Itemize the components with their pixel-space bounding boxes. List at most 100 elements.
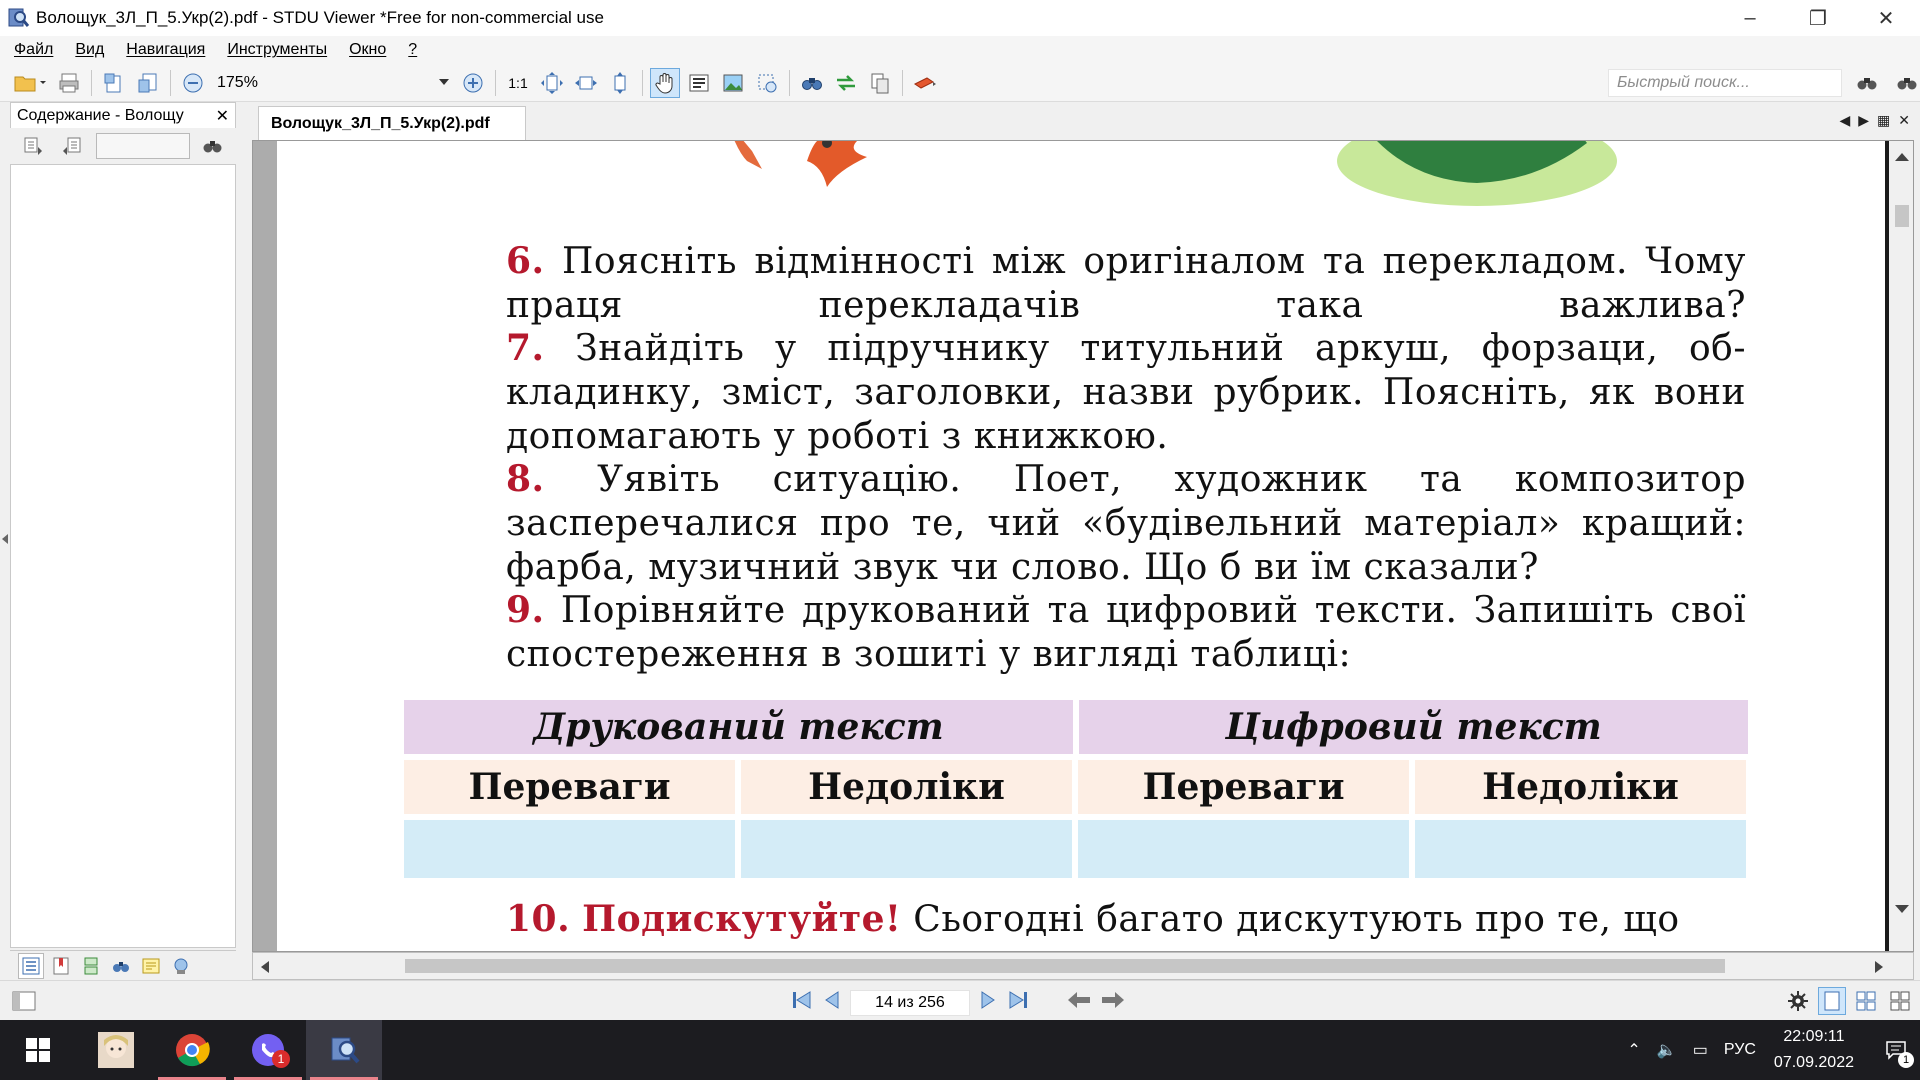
first-page-icon[interactable]	[790, 989, 814, 1016]
horizontal-scroll-thumb[interactable]	[405, 959, 1725, 973]
close-panel-icon[interactable]: ✕	[216, 106, 229, 126]
quick-search-input[interactable]: Быстрый поиск...	[1608, 69, 1842, 97]
contents-panel-tab[interactable]: Содержание - Волощу ✕	[10, 102, 236, 128]
task-10: 10. Подискутуйте! Сьогодні багато дискут…	[506, 898, 1680, 940]
zoom-in-icon[interactable]	[458, 68, 488, 98]
page-number-input[interactable]: 14 из 256	[850, 989, 970, 1016]
minimize-button[interactable]: –	[1716, 0, 1784, 36]
find-next-icon[interactable]	[1892, 68, 1920, 98]
menu-navigation[interactable]: Навигация	[118, 41, 219, 59]
collapse-all-icon[interactable]	[58, 131, 88, 161]
zoom-out-icon[interactable]	[178, 68, 208, 98]
find-icon[interactable]	[797, 68, 827, 98]
contents-find-icon[interactable]	[198, 131, 228, 161]
history-back-icon[interactable]	[1066, 990, 1092, 1015]
stdu-viewer-taskbar-icon[interactable]	[306, 1020, 382, 1080]
tab-navigation: ◀ ▶ ▦ ✕	[1839, 112, 1910, 129]
last-page-icon[interactable]	[1006, 989, 1030, 1016]
export-text-icon[interactable]	[133, 68, 163, 98]
open-folder-icon[interactable]	[10, 68, 50, 98]
previous-page-icon[interactable]	[822, 989, 842, 1016]
export-page-icon[interactable]	[99, 68, 129, 98]
task-8: 8. Уявіть ситуацію. Поет, художник та ко…	[506, 458, 1746, 589]
task-text: Сьогодні багато дискутують про те, що	[913, 899, 1680, 940]
tab-next-icon[interactable]: ▶	[1858, 112, 1869, 129]
contents-search-input[interactable]	[96, 133, 190, 159]
task-text: Знайдіть у підручнику титульний аркуш, ф…	[506, 328, 1746, 457]
continuous-layout-icon[interactable]	[1886, 987, 1914, 1015]
contents-tree[interactable]	[10, 164, 236, 948]
annotations-tab-icon[interactable]	[138, 953, 164, 979]
toggle-panel-icon[interactable]	[12, 991, 36, 1016]
scroll-up-icon[interactable]	[1895, 153, 1909, 161]
single-page-layout-icon[interactable]	[1818, 987, 1846, 1015]
snapshot-icon[interactable]	[752, 68, 782, 98]
notifications-icon[interactable]: 1	[1872, 1020, 1920, 1080]
task-number: 8.	[506, 458, 545, 500]
battery-network-icon[interactable]: ▭	[1693, 1040, 1708, 1060]
hand-tool-icon[interactable]	[650, 67, 680, 98]
fit-height-icon[interactable]	[605, 68, 635, 98]
system-tray: ⌃ 🔈 ▭ РУС 22:09:11 07.09.2022 1	[1619, 1020, 1920, 1080]
task-text: Поясніть відмінності між оригіналом та п…	[506, 241, 1746, 326]
task-text: Порівняйте друкований та цифровий тексти…	[506, 590, 1746, 675]
next-page-icon[interactable]	[978, 989, 998, 1016]
scroll-left-icon[interactable]	[261, 961, 269, 973]
settings-gear-icon[interactable]	[1784, 987, 1812, 1015]
scroll-right-icon[interactable]	[1875, 961, 1883, 973]
find-previous-icon[interactable]	[1852, 68, 1882, 98]
highlighter-icon[interactable]	[910, 68, 940, 98]
fit-width-icon[interactable]	[571, 68, 601, 98]
tab-list-icon[interactable]: ▦	[1877, 112, 1890, 129]
print-icon[interactable]	[54, 68, 84, 98]
vertical-scrollbar[interactable]	[1889, 141, 1913, 951]
menu-file[interactable]: Файл	[6, 41, 67, 59]
tab-prev-icon[interactable]: ◀	[1839, 112, 1850, 129]
task-number: 6.	[506, 240, 545, 282]
text-select-icon[interactable]	[684, 68, 714, 98]
expand-all-icon[interactable]	[18, 131, 48, 161]
contents-panel-title: Содержание - Волощу	[17, 106, 184, 124]
chrome-icon[interactable]	[154, 1020, 230, 1080]
restore-button[interactable]: ❐	[1784, 0, 1852, 36]
illustration-fragment	[734, 141, 867, 187]
swap-arrows-icon[interactable]	[831, 68, 861, 98]
layers-tab-icon[interactable]	[168, 953, 194, 979]
zoom-select[interactable]: 175%	[210, 70, 456, 96]
search-results-tab-icon[interactable]	[108, 953, 134, 979]
thumbnails-tab-icon[interactable]	[78, 953, 104, 979]
viber-icon[interactable]: 1	[230, 1020, 306, 1080]
actual-size-button[interactable]: 1:1	[503, 68, 533, 98]
menu-tools[interactable]: Инструменты	[219, 41, 341, 59]
contents-tab-icon[interactable]	[18, 952, 44, 979]
clock[interactable]: 22:09:11 07.09.2022	[1774, 1024, 1854, 1076]
menu-window[interactable]: Окно	[341, 41, 400, 59]
notification-count-badge: 1	[1898, 1052, 1914, 1068]
copy-icon[interactable]	[865, 68, 895, 98]
document-tab[interactable]: Волощук_3Л_П_5.Укр(2).pdf	[258, 106, 526, 140]
collapse-panel-icon[interactable]	[2, 534, 8, 544]
fit-page-icon[interactable]	[537, 68, 567, 98]
scroll-down-icon[interactable]	[1895, 905, 1909, 913]
bookmarks-tab-icon[interactable]	[48, 953, 74, 979]
windows-start-icon[interactable]	[0, 1020, 76, 1080]
history-forward-icon[interactable]	[1100, 990, 1126, 1015]
taskbar-app-character-icon[interactable]	[78, 1020, 154, 1080]
page-layout-buttons	[1784, 987, 1914, 1015]
menu-help[interactable]: ?	[400, 41, 431, 59]
table-header-disadvantages: Недоліки	[741, 760, 1072, 814]
volume-icon[interactable]: 🔈	[1657, 1040, 1677, 1060]
viber-notification-badge: 1	[272, 1050, 290, 1068]
stdu-app-icon	[8, 8, 30, 27]
tab-close-icon[interactable]: ✕	[1898, 112, 1910, 129]
input-language[interactable]: РУС	[1724, 1041, 1756, 1059]
close-button[interactable]: ✕	[1852, 0, 1920, 36]
image-select-icon[interactable]	[718, 68, 748, 98]
two-page-layout-icon[interactable]	[1852, 987, 1880, 1015]
horizontal-scrollbar[interactable]	[252, 952, 1914, 980]
vertical-scroll-thumb[interactable]	[1895, 205, 1909, 227]
show-hidden-icons-icon[interactable]: ⌃	[1627, 1040, 1640, 1060]
table-group-printed: Друкований текст	[404, 700, 1073, 754]
windows-taskbar: 1 ⌃ 🔈 ▭ РУС 22:09:11 07.09.2022 1	[0, 1020, 1920, 1080]
menu-view[interactable]: Вид	[67, 41, 118, 59]
